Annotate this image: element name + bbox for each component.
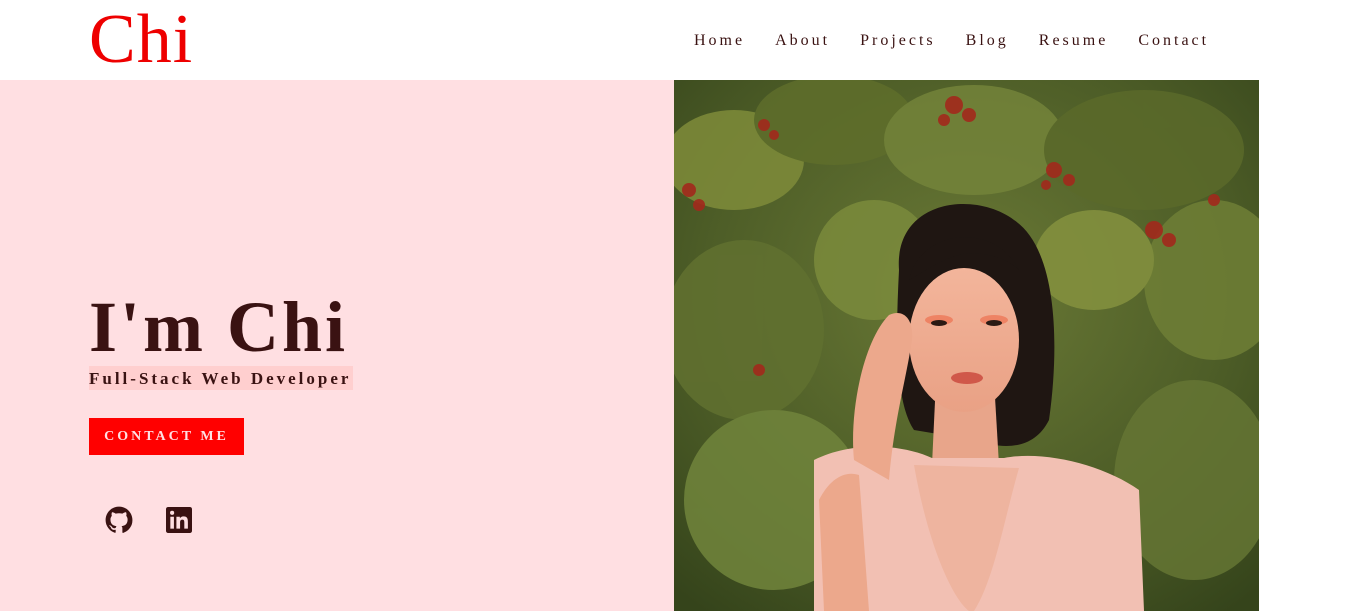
hero-subtitle: Full-Stack Web Developer xyxy=(89,366,354,390)
nav-blog[interactable]: Blog xyxy=(966,31,1009,51)
hero-title: I'm Chi xyxy=(89,287,349,367)
github-icon[interactable] xyxy=(104,505,134,535)
contact-me-button[interactable]: CONTACT ME xyxy=(89,418,244,455)
nav-contact[interactable]: Contact xyxy=(1138,31,1209,51)
nav-about[interactable]: About xyxy=(775,31,830,51)
main-nav: Home About Projects Blog Resume Contact xyxy=(694,31,1209,51)
linkedin-icon[interactable] xyxy=(164,505,194,535)
hero-photo xyxy=(674,80,1259,611)
nav-projects[interactable]: Projects xyxy=(860,31,936,51)
site-logo[interactable]: Chi xyxy=(89,2,193,78)
site-header: Chi Home About Projects Blog Resume Cont… xyxy=(0,0,1348,80)
nav-resume[interactable]: Resume xyxy=(1039,31,1109,51)
nav-home[interactable]: Home xyxy=(694,31,745,51)
hero-section: I'm Chi Full-Stack Web Developer CONTACT… xyxy=(0,80,674,611)
